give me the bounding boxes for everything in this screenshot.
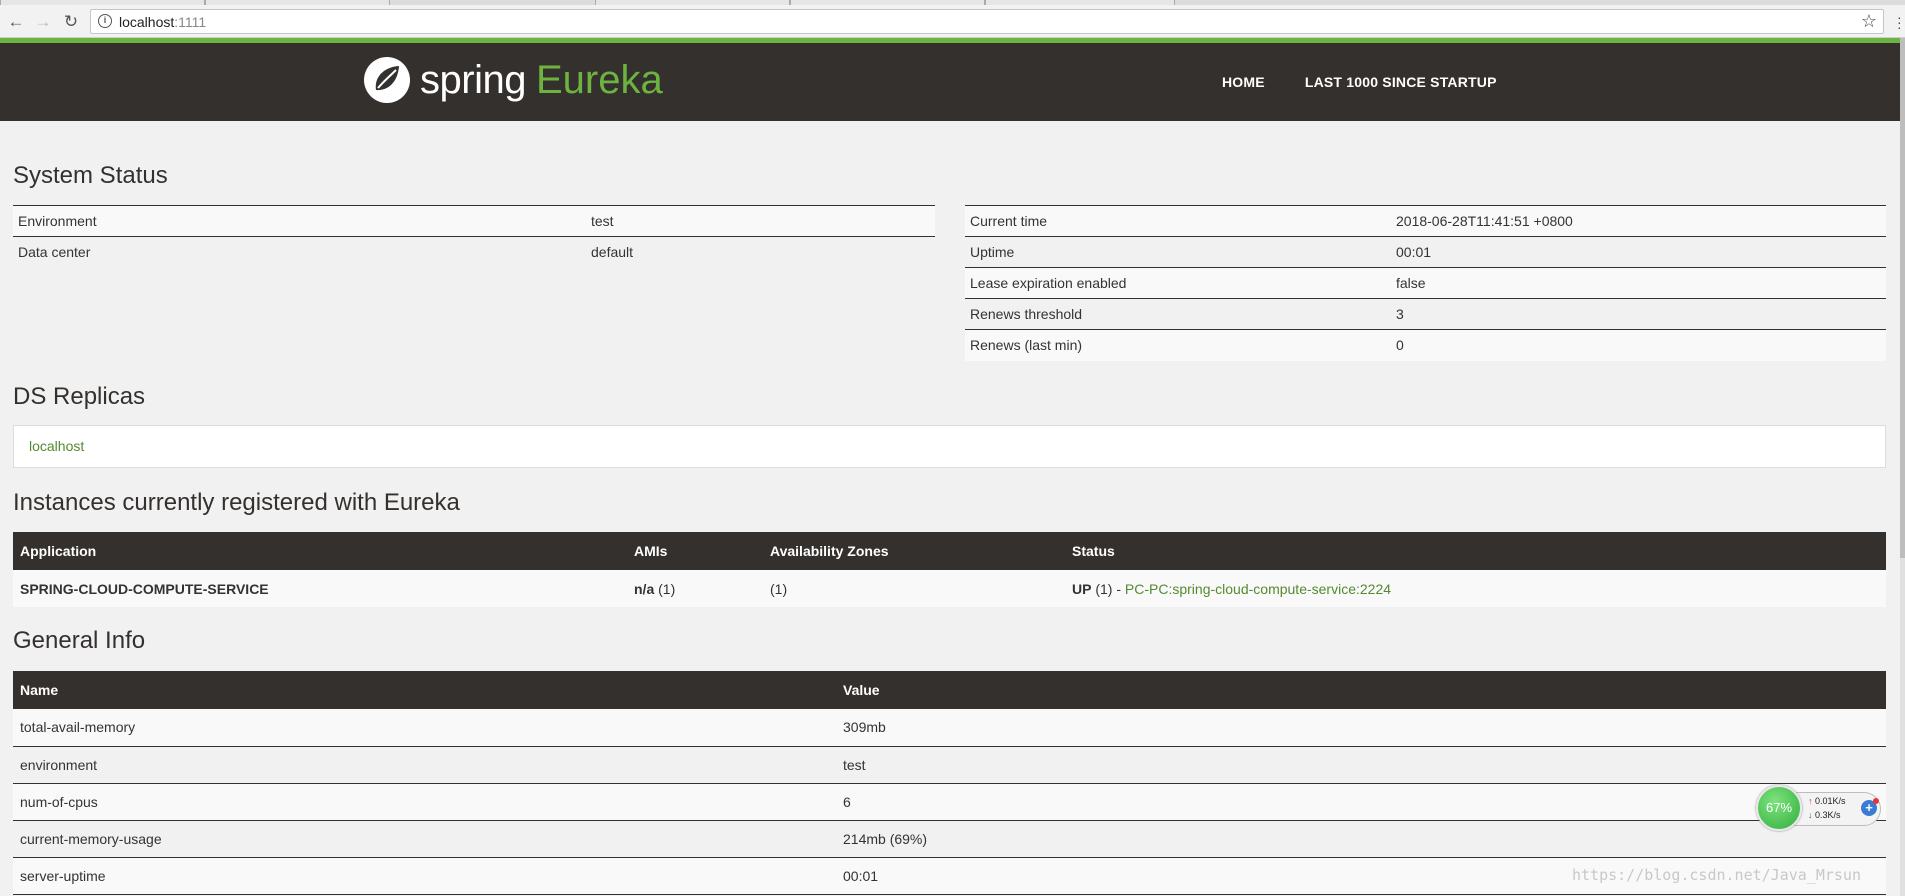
- table-row: environment test: [13, 746, 1886, 784]
- info-value: 214mb (69%): [836, 820, 1886, 858]
- download-rate: ↓ 0.3K/s: [1808, 810, 1841, 820]
- status-key: Renews (last min): [965, 329, 1391, 361]
- table-row: Environment test: [13, 205, 935, 237]
- info-name: environment: [13, 746, 836, 784]
- table-header-row: Name Value: [13, 671, 1886, 709]
- amis-value: n/a: [634, 580, 655, 597]
- status-value: default: [586, 236, 935, 268]
- system-status-left-table: Environment test Data center default: [13, 205, 935, 268]
- info-value: 309mb: [836, 709, 1886, 747]
- nav-last-1000-link[interactable]: LAST 1000 SINCE STARTUP: [1305, 74, 1497, 90]
- status-key: Environment: [13, 205, 586, 237]
- status-count: (1) -: [1091, 580, 1125, 597]
- amis-count: (1): [654, 580, 676, 597]
- status-up: UP: [1072, 580, 1092, 597]
- table-row: Current time 2018-06-28T11:41:51 +0800: [965, 205, 1886, 237]
- application-name: SPRING-CLOUD-COMPUTE-SERVICE: [20, 580, 269, 597]
- page-scrollbar[interactable]: [1900, 38, 1905, 896]
- status-key: Uptime: [965, 236, 1391, 268]
- download-rate-text: 0.3K/s: [1815, 810, 1841, 820]
- status-key: Lease expiration enabled: [965, 267, 1391, 299]
- col-amis: AMIs: [627, 532, 763, 570]
- table-row: Renews (last min) 0: [965, 329, 1886, 361]
- col-availability-zones: Availability Zones: [763, 532, 1065, 570]
- url-host: localhost: [119, 14, 175, 30]
- address-bar[interactable]: i localhost:1111 ☆: [90, 9, 1884, 34]
- instance-application: SPRING-CLOUD-COMPUTE-SERVICE: [13, 570, 627, 607]
- top-nav: HOME LAST 1000 SINCE STARTUP: [1222, 74, 1497, 90]
- status-value: false: [1391, 267, 1886, 299]
- notification-dot-icon: [1873, 798, 1879, 804]
- status-value: 2018-06-28T11:41:51 +0800: [1391, 205, 1886, 237]
- replica-localhost-link[interactable]: localhost: [29, 438, 84, 454]
- info-name: current-memory-usage: [13, 820, 836, 858]
- info-name: server-uptime: [13, 857, 836, 895]
- spring-leaf-icon: [364, 57, 410, 103]
- col-status: Status: [1065, 532, 1886, 570]
- replicas-panel: localhost: [13, 425, 1886, 468]
- logo-eureka-text: Eureka: [535, 57, 663, 102]
- info-name: num-of-cpus: [13, 783, 836, 821]
- instance-zones: (1): [763, 570, 1065, 607]
- col-name: Name: [13, 671, 836, 709]
- nav-home-link[interactable]: HOME: [1222, 74, 1265, 90]
- accelerate-plus-icon[interactable]: +: [1861, 798, 1879, 816]
- status-value: 00:01: [1391, 236, 1886, 268]
- memory-percent-ball[interactable]: 67%: [1756, 785, 1802, 831]
- upload-rate-text: 0.01K/s: [1815, 796, 1846, 806]
- forward-icon[interactable]: →: [33, 12, 53, 32]
- url-port: :1111: [174, 14, 207, 30]
- ds-replicas-title: DS Replicas: [13, 383, 146, 410]
- upload-rate: ↑ 0.01K/s: [1808, 796, 1846, 806]
- status-key: Data center: [13, 236, 586, 268]
- status-key: Renews threshold: [965, 298, 1391, 330]
- status-value: 3: [1391, 298, 1886, 330]
- browser-toolbar: ← → ↻ i localhost:1111 ☆ · · ·: [0, 5, 1905, 38]
- download-arrow-icon: ↓: [1808, 810, 1813, 820]
- menu-kebab-icon[interactable]: · · ·: [1897, 10, 1902, 34]
- instance-status: UP (1) - PC-PC:spring-cloud-compute-serv…: [1065, 570, 1886, 607]
- back-icon[interactable]: ←: [6, 12, 26, 32]
- instances-table: Application AMIs Availability Zones Stat…: [13, 532, 1886, 607]
- info-name: total-avail-memory: [13, 709, 836, 747]
- url-text[interactable]: localhost:1111: [119, 14, 206, 30]
- general-info-title: General Info: [13, 627, 146, 654]
- instances-title: Instances currently registered with Eure…: [13, 489, 460, 516]
- scrollbar-thumb[interactable]: [1900, 38, 1905, 558]
- general-info-table: Name Value total-avail-memory 309mb envi…: [13, 671, 1886, 895]
- table-row: num-of-cpus 6: [13, 783, 1886, 821]
- table-row: Data center default: [13, 236, 935, 268]
- table-row: current-memory-usage 214mb (69%): [13, 820, 1886, 858]
- status-value: 0: [1391, 329, 1886, 361]
- instance-link[interactable]: PC-PC:spring-cloud-compute-service:2224: [1125, 581, 1391, 597]
- upload-arrow-icon: ↑: [1808, 796, 1813, 806]
- watermark-text: https://blog.csdn.net/Java_Mrsun: [1572, 866, 1861, 884]
- system-status-title: System Status: [13, 162, 168, 189]
- bookmark-star-icon[interactable]: ☆: [1861, 11, 1877, 32]
- eureka-navbar: spring Eureka HOME LAST 1000 SINCE START…: [0, 43, 1900, 121]
- info-value: 6: [836, 783, 1886, 821]
- info-icon[interactable]: i: [98, 14, 112, 28]
- table-row: Uptime 00:01: [965, 236, 1886, 268]
- table-row: total-avail-memory 309mb: [13, 709, 1886, 747]
- col-value: Value: [836, 671, 1886, 709]
- instance-amis: n/a (1): [627, 570, 763, 607]
- table-header-row: Application AMIs Availability Zones Stat…: [13, 532, 1886, 570]
- reload-icon[interactable]: ↻: [61, 12, 81, 32]
- logo-spring-text: spring: [420, 57, 526, 102]
- status-key: Current time: [965, 205, 1391, 237]
- col-application: Application: [13, 532, 627, 570]
- spring-eureka-logo[interactable]: spring Eureka: [364, 55, 663, 105]
- info-value: test: [836, 746, 1886, 784]
- status-value: test: [586, 205, 935, 237]
- table-row: SPRING-CLOUD-COMPUTE-SERVICE n/a (1) (1)…: [13, 570, 1886, 607]
- table-row: Renews threshold 3: [965, 298, 1886, 330]
- system-status-right-table: Current time 2018-06-28T11:41:51 +0800 U…: [965, 205, 1886, 361]
- table-row: Lease expiration enabled false: [965, 267, 1886, 299]
- network-speed-widget[interactable]: 67% ↑ 0.01K/s ↓ 0.3K/s +: [1756, 785, 1883, 831]
